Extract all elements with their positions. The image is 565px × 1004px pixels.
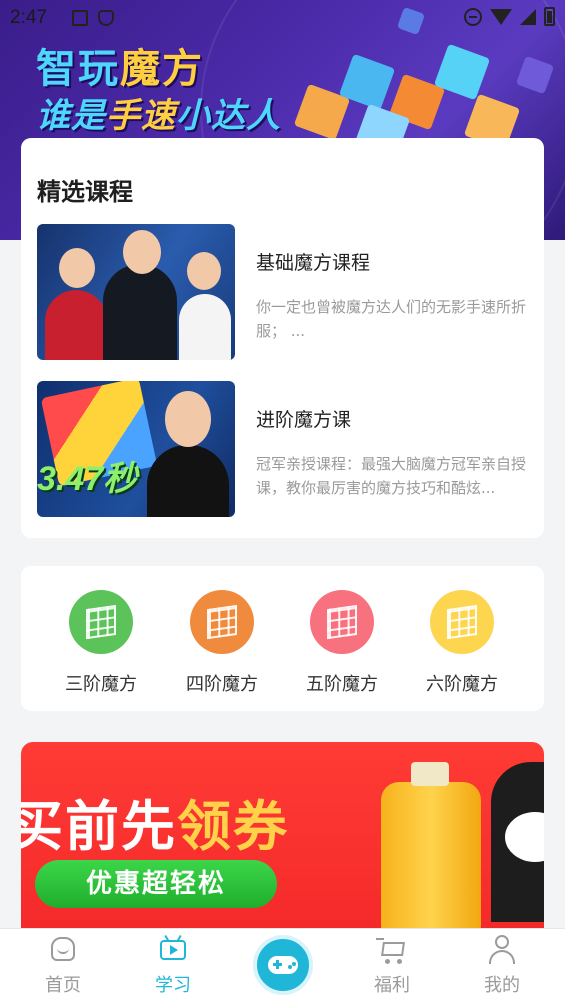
course-item[interactable]: 3.47秒 进阶魔方课 冠军亲授课程：最强大脑魔方冠军亲自授课，教你最厉害的魔方… (37, 381, 529, 517)
gamepad-icon (268, 956, 298, 974)
person-head (187, 252, 221, 290)
person-figure (45, 290, 107, 360)
user-icon (486, 935, 518, 965)
course-description: 你一定也曾被魔方达人们的无影手速所折服； ... (256, 298, 527, 340)
cart-icon (376, 935, 408, 965)
level-4x4[interactable]: 四阶魔方 (172, 590, 272, 696)
promo-headline: 买前先领券 (21, 782, 289, 861)
level-label: 三阶魔方 (65, 674, 137, 695)
promo-button[interactable]: 优惠超轻松 (35, 860, 277, 908)
status-icons (464, 7, 555, 26)
person-figure (103, 264, 177, 360)
status-time: 2:47 (10, 7, 47, 28)
hero-title: 智玩魔方 (36, 36, 204, 94)
oil-bottle-image (381, 762, 481, 928)
tab-label: 首页 (45, 975, 81, 996)
cube-icon (69, 590, 133, 654)
hero-subtitle-part2: 手速 (106, 96, 176, 136)
course-info: 进阶魔方课 冠军亲授课程：最强大脑魔方冠军亲自授课，教你最厉害的魔方技巧和酷炫.… (256, 381, 528, 500)
tab-mine[interactable]: 我的 (460, 935, 544, 997)
tab-home[interactable]: 首页 (21, 935, 105, 997)
person-head (165, 391, 211, 447)
cube-icon (190, 590, 254, 654)
level-label: 四阶魔方 (186, 674, 258, 695)
course-thumbnail: 3.47秒 (37, 381, 235, 517)
course-info: 基础魔方课程 你一定也曾被魔方达人们的无影手速所折服； ... (256, 224, 528, 343)
section-title: 精选课程 (37, 178, 133, 206)
course-title: 基础魔方课程 (256, 252, 371, 274)
person-head (59, 248, 95, 288)
level-5x5[interactable]: 五阶魔方 (292, 590, 392, 696)
do-not-disturb-icon (464, 7, 482, 26)
signal-icon (520, 8, 536, 25)
level-label: 五阶魔方 (306, 674, 378, 695)
cube-icon (430, 590, 494, 654)
tab-label: 学习 (155, 975, 191, 996)
tab-label: 福利 (374, 975, 410, 996)
level-3x3[interactable]: 三阶魔方 (51, 590, 151, 696)
level-6x6[interactable]: 六阶魔方 (412, 590, 512, 696)
tab-study[interactable]: 学习 (131, 934, 215, 997)
cube-icon (310, 590, 374, 654)
notification-icon (72, 10, 88, 26)
cube-level-grid: 三阶魔方 四阶魔方 五阶魔方 六阶魔方 (21, 566, 544, 711)
hero-title-part1: 智玩 (36, 46, 120, 92)
person-figure (147, 445, 229, 517)
wifi-icon (490, 8, 512, 25)
game-center-button[interactable] (253, 935, 313, 995)
battery-icon (544, 7, 555, 26)
course-description: 冠军亲授课程：最强大脑魔方冠军亲自授课，教你最厉害的魔方技巧和酷炫... (256, 455, 527, 497)
promo-banner[interactable]: 买前先领券 优惠超轻松 (21, 742, 544, 928)
shield-icon (98, 10, 114, 26)
hero-subtitle-part3: 小达人 (176, 96, 281, 136)
status-bar: 2:47 (0, 0, 565, 36)
featured-courses-card: 精选课程 基础魔方课程 你一定也曾被魔方达人们的无影手速所折服； ... 3.4… (21, 138, 544, 538)
course-thumbnail (37, 224, 235, 360)
promo-headline-part1: 买前先 (21, 795, 177, 858)
tab-welfare[interactable]: 福利 (350, 935, 434, 997)
course-title: 进阶魔方课 (256, 409, 352, 431)
promo-headline-part2: 领券 (177, 795, 289, 858)
hero-title-part2: 魔方 (120, 46, 204, 92)
person-figure (179, 294, 231, 360)
course-item[interactable]: 基础魔方课程 你一定也曾被魔方达人们的无影手速所折服； ... (37, 224, 529, 360)
level-label: 六阶魔方 (426, 674, 498, 695)
hero-subtitle-part1: 谁是 (36, 96, 106, 136)
mascot-image (491, 762, 544, 922)
person-head (123, 230, 161, 274)
tab-label: 我的 (484, 975, 520, 996)
tv-play-icon (157, 934, 189, 965)
gamepad-buttons (288, 965, 292, 969)
hero-subtitle: 谁是手速小达人 (36, 88, 281, 137)
home-icon (47, 935, 79, 965)
record-time-caption: 3.47秒 (37, 460, 138, 498)
